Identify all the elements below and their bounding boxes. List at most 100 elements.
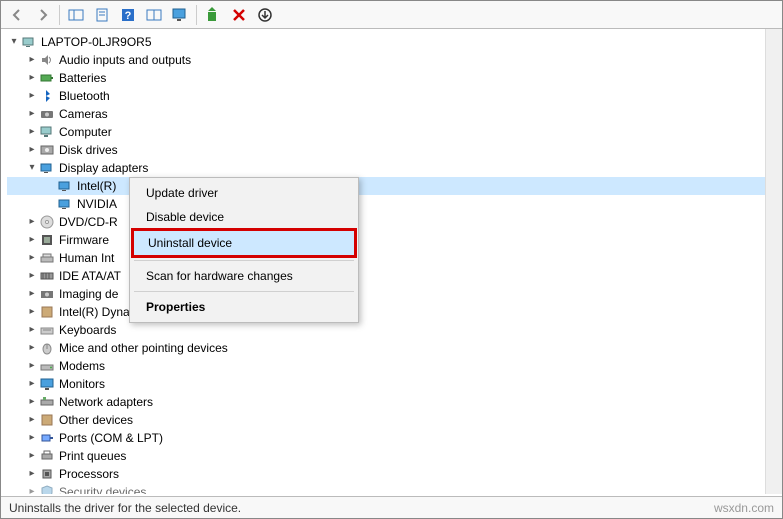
menu-item-uninstall-device[interactable]: Uninstall device (131, 228, 357, 258)
tree-item-label: DVD/CD-R (57, 213, 118, 231)
menu-item-scan-hardware[interactable]: Scan for hardware changes (132, 264, 356, 288)
expand-icon[interactable]: ▸ (25, 357, 39, 375)
tree-item-label: NVIDIA (75, 195, 117, 213)
expand-icon[interactable]: ▸ (25, 267, 39, 285)
expand-icon[interactable]: ▸ (25, 87, 39, 105)
collapse-icon[interactable]: ▾ (7, 33, 21, 51)
tree-item[interactable]: ▸Batteries (7, 69, 782, 87)
tree-item[interactable]: ▸Keyboards (7, 321, 782, 339)
expand-icon[interactable]: ▸ (25, 213, 39, 231)
tree-item[interactable]: ▸Disk drives (7, 141, 782, 159)
dvd-icon (39, 214, 55, 230)
properties-button[interactable] (90, 4, 114, 26)
toolbar-separator (59, 5, 60, 25)
help-button[interactable]: ? (116, 4, 140, 26)
expand-icon[interactable]: ▸ (25, 375, 39, 393)
expand-icon[interactable]: ▸ (25, 123, 39, 141)
view-button[interactable] (142, 4, 166, 26)
tree-item[interactable]: ▸Imaging de (7, 285, 782, 303)
network-icon (39, 394, 55, 410)
expand-icon[interactable]: ▸ (25, 141, 39, 159)
expand-icon[interactable]: ▸ (25, 231, 39, 249)
forward-button[interactable] (31, 4, 55, 26)
uninstall-button[interactable] (227, 4, 251, 26)
expand-icon[interactable]: ▸ (25, 303, 39, 321)
tree-item[interactable]: ▸Monitors (7, 375, 782, 393)
menu-item-disable-device[interactable]: Disable device (132, 205, 356, 229)
properties-icon (95, 8, 109, 22)
tree-item[interactable]: ▸ DVD/CD-R (7, 213, 782, 231)
driver-update-icon (206, 7, 220, 23)
tree-item[interactable]: ▸ Mice and other pointing devices (7, 339, 782, 357)
tree-item-label: Mice and other pointing devices (57, 339, 228, 357)
printer-icon (39, 448, 55, 464)
tree-item-label: Security devices (57, 483, 146, 494)
tree-item-label: Network adapters (57, 393, 153, 411)
back-button[interactable] (5, 4, 29, 26)
ide-icon (39, 268, 55, 284)
menu-item-properties[interactable]: Properties (132, 295, 356, 319)
security-icon (39, 484, 55, 494)
tree-item[interactable]: ▸Modems (7, 357, 782, 375)
tree-item-nvidia[interactable]: NVIDIA (7, 195, 782, 213)
device-tree[interactable]: ▾ LAPTOP-0LJR9OR5 ▸ Audio inputs and outp… (1, 29, 782, 494)
tree-item-label: Human Int (57, 249, 114, 267)
context-menu: Update driver Disable device Uninstall d… (129, 177, 359, 323)
imaging-icon (39, 286, 55, 302)
tree-item[interactable]: ▸Intel(R) Dynamic Platform and Thermal F… (7, 303, 782, 321)
tree-item[interactable]: ▸Cameras (7, 105, 782, 123)
collapse-icon[interactable]: ▾ (25, 159, 39, 177)
tree-item-label: Ports (COM & LPT) (57, 429, 163, 447)
tree-item-label: Firmware (57, 231, 109, 249)
tree-item-label: Bluetooth (57, 87, 110, 105)
tree-item-intel[interactable]: Intel(R) (7, 177, 782, 195)
tree-item[interactable]: ▸ Audio inputs and outputs (7, 51, 782, 69)
firmware-icon (39, 232, 55, 248)
expand-icon[interactable]: ▸ (25, 105, 39, 123)
expand-icon[interactable]: ▸ (25, 69, 39, 87)
tree-item-display-adapters[interactable]: ▾ Display adapters (7, 159, 782, 177)
other-device-icon (39, 412, 55, 428)
tree-item-label: Display adapters (57, 159, 148, 177)
tree-item[interactable]: ▸IDE ATA/AT (7, 267, 782, 285)
tree-item-label: Print queues (57, 447, 126, 465)
disable-button[interactable] (253, 4, 277, 26)
expand-icon[interactable]: ▸ (25, 51, 39, 69)
tree-item[interactable]: ▸ Security devices (7, 483, 782, 494)
expand-icon[interactable]: ▸ (25, 411, 39, 429)
tree-root[interactable]: ▾ LAPTOP-0LJR9OR5 (7, 33, 782, 51)
scan-button[interactable] (168, 4, 192, 26)
tree-item[interactable]: ▸ Computer (7, 123, 782, 141)
expand-icon[interactable]: ▸ (25, 465, 39, 483)
tree-item-label: Computer (57, 123, 112, 141)
expand-icon[interactable]: ▸ (25, 393, 39, 411)
expand-icon[interactable]: ▸ (25, 249, 39, 267)
menu-item-update-driver[interactable]: Update driver (132, 181, 356, 205)
expand-icon[interactable]: ▸ (25, 483, 39, 494)
tree-item[interactable]: ▸ Ports (COM & LPT) (7, 429, 782, 447)
tree-item[interactable]: ▸ Firmware (7, 231, 782, 249)
update-driver-button[interactable] (201, 4, 225, 26)
device-tree-pane: ▾ LAPTOP-0LJR9OR5 ▸ Audio inputs and outp… (1, 29, 782, 494)
tree-item[interactable]: ▸ Network adapters (7, 393, 782, 411)
expand-icon[interactable]: ▸ (25, 339, 39, 357)
tree-item[interactable]: ▸Other devices (7, 411, 782, 429)
down-arrow-circle-icon (258, 8, 272, 22)
expand-icon[interactable]: ▸ (25, 429, 39, 447)
arrow-left-icon (10, 8, 24, 22)
vertical-scrollbar[interactable] (765, 29, 782, 494)
expand-icon[interactable]: ▸ (25, 285, 39, 303)
expand-icon[interactable]: ▸ (25, 321, 39, 339)
expand-icon[interactable]: ▸ (25, 447, 39, 465)
monitor-scan-icon (172, 7, 188, 23)
tree-item[interactable]: ▸ Human Int (7, 249, 782, 267)
tree-item[interactable]: ▸ Print queues (7, 447, 782, 465)
tree-item[interactable]: ▸ Bluetooth (7, 87, 782, 105)
tree-item-label: Audio inputs and outputs (57, 51, 191, 69)
help-icon: ? (121, 8, 135, 22)
show-hidden-button[interactable] (64, 4, 88, 26)
tree-item[interactable]: ▸Processors (7, 465, 782, 483)
processor-icon (39, 466, 55, 482)
status-bar: Uninstalls the driver for the selected d… (1, 496, 782, 518)
port-icon (39, 430, 55, 446)
